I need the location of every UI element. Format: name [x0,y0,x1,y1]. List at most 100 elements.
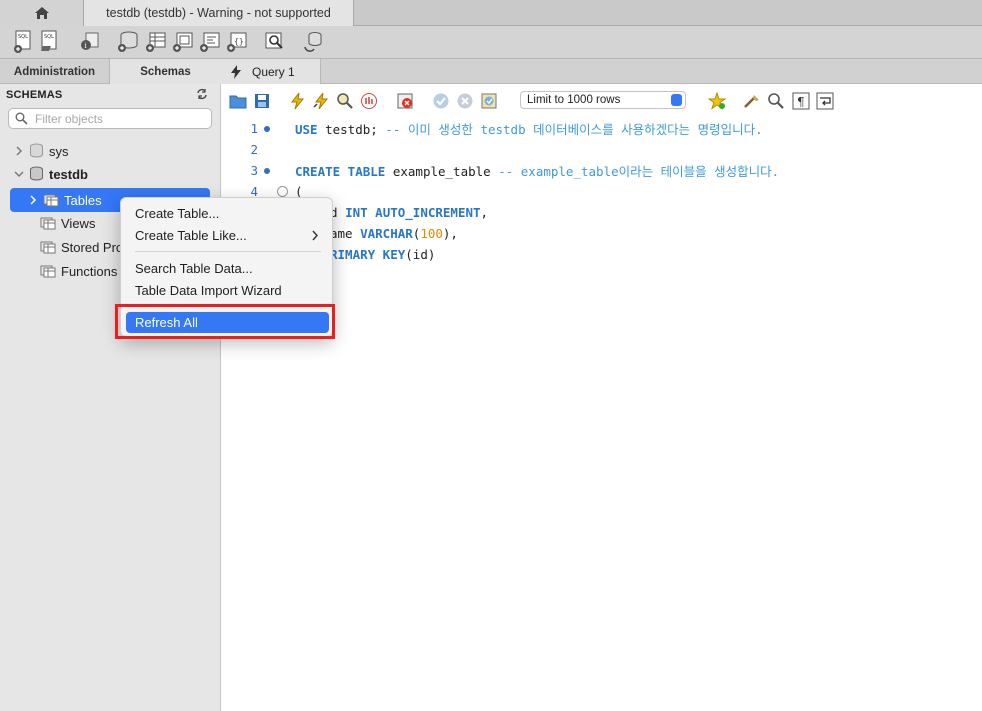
code-text: USE testdb; -- 이미 생성한 testdb 데이터베이스를 사용하… [295,119,763,138]
inspector-icon[interactable]: i [78,29,102,55]
tree-item-label: testdb [49,166,88,182]
tree-item-testdb[interactable]: testdb [14,163,88,185]
code-keyword: USE [295,122,318,137]
code-line: ame VARCHAR(100), [221,223,982,244]
code-number: 100 [420,226,443,241]
menu-separator [135,251,321,252]
row-limit-select[interactable]: Limit to 1000 rows [520,91,686,109]
create-function-icon[interactable]: {} [225,29,249,55]
menu-item-label: Create Table Like... [135,228,247,243]
tab-schemas[interactable]: Schemas [110,59,221,84]
submenu-arrow-icon [312,230,318,241]
stored-procedures-folder-icon [40,241,56,254]
search-table-data-icon[interactable] [263,29,287,55]
tree-item-label: Views [61,215,96,231]
create-table-icon[interactable] [144,29,168,55]
find-icon[interactable] [767,92,785,110]
code-keyword: CREATE TABLE [295,164,386,179]
tab-administration[interactable]: Administration [0,59,110,84]
execute-current-icon[interactable] [312,92,330,110]
autocommit-icon[interactable] [480,92,498,110]
rollback-icon[interactable] [456,92,474,110]
line-number: 1 [250,121,258,136]
execute-icon[interactable] [288,92,306,110]
search-icon [15,112,28,125]
tree-item-label: Tables [64,192,102,208]
explain-icon[interactable] [336,92,354,110]
code-plain: , [480,205,489,220]
new-sql-tab-icon[interactable]: SQL [12,29,36,55]
code-line: d INT AUTO_INCREMENT, [221,202,982,223]
connection-tab-title: testdb (testdb) - Warning - not supporte… [106,6,331,20]
tab-query-1[interactable]: Query 1 [221,59,321,84]
menu-item-table-data-import-wizard[interactable]: Table Data Import Wizard [126,280,329,301]
code-plain: (id) [405,247,436,262]
code-line: 2 [221,139,982,160]
code-text: ame VARCHAR(100), [330,226,458,241]
functions-folder-icon [40,265,56,278]
code-plain: ), [442,226,458,241]
line-number: 2 [250,142,258,157]
create-procedure-icon[interactable] [198,29,222,55]
open-file-icon[interactable] [229,92,247,110]
menu-item-search-table-data[interactable]: Search Table Data... [126,258,329,279]
tree-item-label: Functions [61,263,118,279]
select-arrows-icon [671,94,682,106]
filter-objects-input[interactable] [35,111,205,126]
menu-item-label: Create Table... [135,206,220,221]
chevron-right-icon[interactable] [14,146,24,156]
schemas-section-title: SCHEMAS [6,89,63,101]
svg-text:¶: ¶ [797,95,805,109]
add-snippet-icon[interactable] [708,92,726,110]
code-comment: -- 이미 생성한 testdb 데이터베이스를 사용하겠다는 명령입니다. [385,122,763,137]
stop-icon[interactable] [360,92,378,110]
svg-text:SQL: SQL [18,34,28,40]
code-text: RIMARY KEY(id) [330,247,435,262]
connection-tab[interactable]: testdb (testdb) - Warning - not supporte… [84,0,354,26]
filter-objects-field[interactable] [8,108,212,129]
window-tab-strip: testdb (testdb) - Warning - not supporte… [0,0,982,26]
reconnect-icon[interactable] [302,29,326,55]
code-line: 1 USE testdb; -- 이미 생성한 testdb 데이터베이스를 사… [221,118,982,139]
word-wrap-icon[interactable] [816,92,834,110]
database-icon [30,166,43,181]
menu-item-label: Table Data Import Wizard [135,283,282,298]
toggle-error-stop-icon[interactable] [396,92,414,110]
commit-icon[interactable] [432,92,450,110]
views-folder-icon [40,217,56,230]
chevron-down-icon[interactable] [14,169,24,179]
create-schema-icon[interactable] [116,29,140,55]
save-icon[interactable] [253,92,271,110]
tree-item-label: Stored Pro [61,239,124,255]
statement-marker-icon [264,167,270,174]
statement-marker-icon [264,125,270,132]
home-tab[interactable] [0,0,84,26]
code-text: CREATE TABLE example_table -- example_ta… [295,161,779,180]
code-keyword: VARCHAR [360,226,413,241]
tab-administration-label: Administration [13,65,96,78]
code-text: d INT AUTO_INCREMENT, [330,205,488,220]
tree-item-sys[interactable]: sys [14,140,69,162]
menu-item-label: Search Table Data... [135,261,253,276]
line-number: 3 [250,163,258,178]
code-plain: ame [330,226,361,241]
menu-item-create-table-like[interactable]: Create Table Like... [126,225,329,246]
query-tab-bar: Query 1 [221,59,982,84]
database-icon [30,143,43,158]
tree-item-functions[interactable]: Functions [40,260,117,282]
tree-item-stored-procedures[interactable]: Stored Pro [40,236,123,258]
sql-editor[interactable]: 1 USE testdb; -- 이미 생성한 testdb 데이터베이스를 사… [221,118,982,711]
tree-item-views[interactable]: Views [40,212,95,234]
chevron-right-icon[interactable] [28,195,38,205]
menu-item-create-table[interactable]: Create Table... [126,203,329,224]
schemas-navigator: SCHEMAS sys testdb Tables [0,84,221,711]
tables-folder-icon [43,194,59,207]
fold-toggle-icon[interactable] [277,186,288,197]
invisible-chars-icon[interactable]: ¶ [792,92,810,110]
svg-text:SQL: SQL [44,34,54,40]
beautify-icon[interactable] [743,92,761,110]
create-view-icon[interactable] [171,29,195,55]
refresh-schemas-icon[interactable] [196,88,208,100]
callout-highlight-box [115,304,335,339]
open-sql-file-icon[interactable]: SQL [38,29,62,55]
